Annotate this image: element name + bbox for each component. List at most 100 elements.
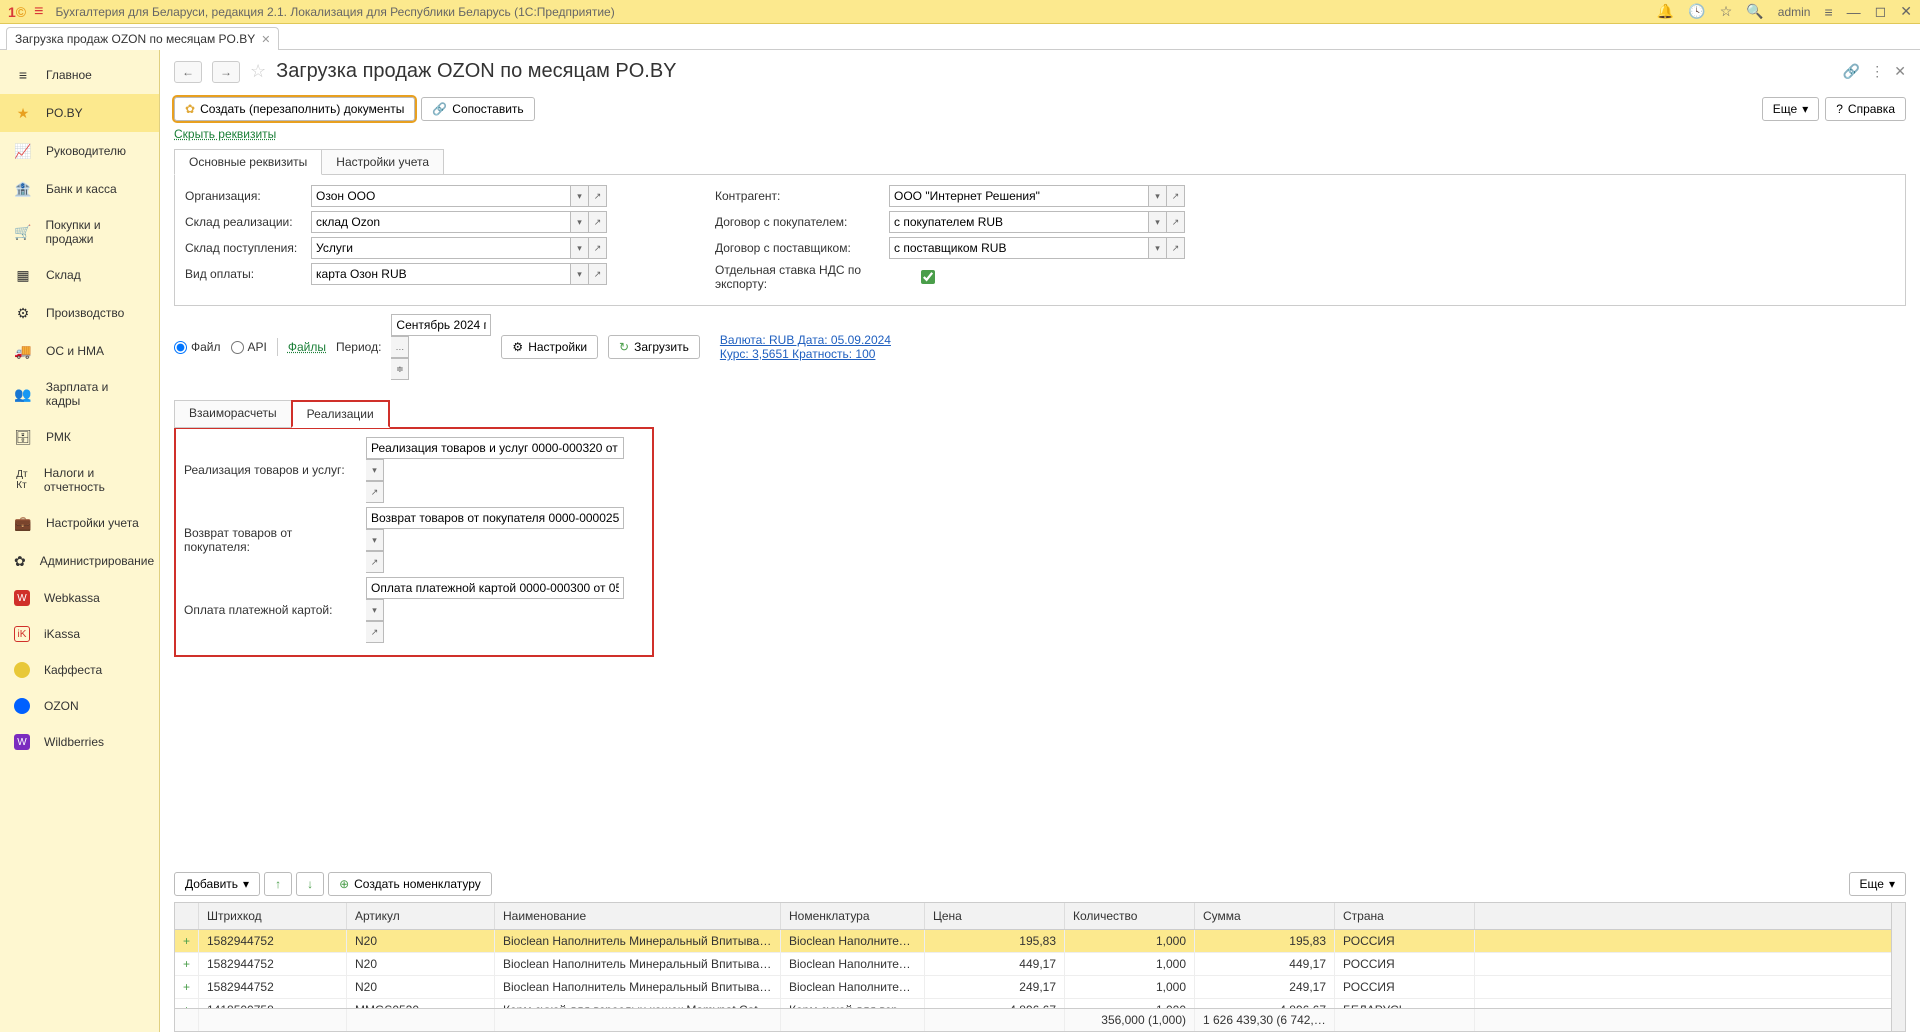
tab-close-icon[interactable]: ✕ xyxy=(261,33,270,46)
hide-details-link[interactable]: Скрыть реквизиты xyxy=(160,125,1920,143)
rate-link[interactable]: Курс: 3,5651 Кратность: 100 xyxy=(720,347,891,361)
wh-in-input[interactable] xyxy=(311,237,571,259)
sidebar-item-warehouse[interactable]: ▦Склад xyxy=(0,256,159,294)
dropdown-icon[interactable]: ▾ xyxy=(366,529,384,551)
nav-forward-button[interactable]: → xyxy=(212,61,240,83)
dropdown-icon[interactable]: ▾ xyxy=(571,263,589,285)
minimize-icon[interactable]: — xyxy=(1847,4,1861,20)
sidebar-item-rmk[interactable]: 🗄РМК xyxy=(0,418,159,456)
col-price[interactable]: Цена xyxy=(925,903,1065,929)
supplier-input[interactable] xyxy=(889,237,1149,259)
kebab-icon[interactable]: ⋮ xyxy=(1870,63,1884,80)
tab-realizations[interactable]: Реализации xyxy=(291,400,390,428)
col-nomenclature[interactable]: Номенклатура xyxy=(781,903,925,929)
open-icon[interactable]: ↗ xyxy=(1167,185,1185,207)
load-button[interactable]: ↻Загрузить xyxy=(608,335,700,359)
radio-api[interactable]: API xyxy=(231,340,267,354)
add-button[interactable]: Добавить ▾ xyxy=(174,872,260,896)
match-button[interactable]: 🔗Сопоставить xyxy=(421,97,534,121)
favorite-star-icon[interactable]: ☆ xyxy=(250,61,266,82)
period-dots-icon[interactable]: … xyxy=(391,336,409,358)
sidebar-item-kaffesta[interactable]: Каффеста xyxy=(0,652,159,688)
open-icon[interactable]: ↗ xyxy=(589,211,607,233)
tab-accounting-settings[interactable]: Настройки учета xyxy=(321,149,444,175)
expand-row-icon[interactable]: + xyxy=(183,957,190,971)
col-barcode[interactable]: Штрихкод xyxy=(199,903,347,929)
user-label[interactable]: admin xyxy=(1778,5,1811,19)
expand-row-icon[interactable]: + xyxy=(183,934,190,948)
create-docs-button[interactable]: ✿Создать (перезаполнить) документы xyxy=(174,97,415,121)
sidebar-item-settings[interactable]: 💼Настройки учета xyxy=(0,504,159,542)
vat-checkbox[interactable] xyxy=(921,270,935,284)
history-icon[interactable]: 🕓 xyxy=(1688,3,1705,20)
table-row[interactable]: +1582944752N20Bioclean Наполнитель Минер… xyxy=(175,930,1891,953)
buyer-input[interactable] xyxy=(889,211,1149,233)
col-expand[interactable] xyxy=(175,903,199,929)
sidebar-item-production[interactable]: ⚙Производство xyxy=(0,294,159,332)
bell-icon[interactable]: 🔔 xyxy=(1657,3,1674,20)
dropdown-icon[interactable]: ▾ xyxy=(571,185,589,207)
link-icon[interactable]: 🔗 xyxy=(1843,63,1860,80)
document-tab[interactable]: Загрузка продаж OZON по месяцам PO.BY ✕ xyxy=(6,27,279,50)
files-link[interactable]: Файлы xyxy=(288,340,326,354)
col-name[interactable]: Наименование xyxy=(495,903,781,929)
close-app-icon[interactable]: ✕ xyxy=(1900,3,1912,20)
sidebar-item-admin[interactable]: ✿Администрирование xyxy=(0,542,159,580)
grid-scrollbar[interactable] xyxy=(1891,903,1905,1031)
currency-link[interactable]: Валюта: RUB Дата: 05.09.2024 xyxy=(720,333,891,347)
sidebar-item-ozon[interactable]: OZON xyxy=(0,688,159,724)
nav-back-button[interactable]: ← xyxy=(174,61,202,83)
dropdown-icon[interactable]: ▾ xyxy=(1149,237,1167,259)
dropdown-icon[interactable]: ▾ xyxy=(571,237,589,259)
move-up-button[interactable]: ↑ xyxy=(264,872,292,896)
org-input[interactable] xyxy=(311,185,571,207)
hamburger-icon[interactable]: ≡ xyxy=(34,3,43,21)
table-row[interactable]: +1418500758MMGS0520Корм сухой для взросл… xyxy=(175,999,1891,1008)
sidebar-item-poby[interactable]: ★PO.BY xyxy=(0,94,159,132)
table-row[interactable]: +1582944752N20Bioclean Наполнитель Минер… xyxy=(175,976,1891,999)
counter-input[interactable] xyxy=(889,185,1149,207)
help-button[interactable]: ? Справка xyxy=(1825,97,1906,121)
open-icon[interactable]: ↗ xyxy=(589,237,607,259)
dropdown-icon[interactable]: ▾ xyxy=(366,599,384,621)
close-page-icon[interactable]: ✕ xyxy=(1894,63,1906,80)
dropdown-icon[interactable]: ▾ xyxy=(1149,185,1167,207)
open-icon[interactable]: ↗ xyxy=(1167,237,1185,259)
open-icon[interactable]: ↗ xyxy=(366,551,384,573)
dropdown-icon[interactable]: ▾ xyxy=(1149,211,1167,233)
create-nomenclature-button[interactable]: ⊕Создать номенклатуру xyxy=(328,872,492,896)
open-icon[interactable]: ↗ xyxy=(1167,211,1185,233)
move-down-button[interactable]: ↓ xyxy=(296,872,324,896)
grid-more-button[interactable]: Еще ▾ xyxy=(1849,872,1906,896)
more-button[interactable]: Еще ▾ xyxy=(1762,97,1819,121)
sidebar-item-assets[interactable]: 🚚ОС и НМА xyxy=(0,332,159,370)
open-icon[interactable]: ↗ xyxy=(366,481,384,503)
dropdown-icon[interactable]: ▾ xyxy=(366,459,384,481)
sidebar-item-wildberries[interactable]: WWildberries xyxy=(0,724,159,760)
table-row[interactable]: +1582944752N20Bioclean Наполнитель Минер… xyxy=(175,953,1891,976)
star-icon[interactable]: ☆ xyxy=(1720,3,1733,20)
settings-button[interactable]: ⚙Настройки xyxy=(501,335,598,359)
sidebar-item-bank[interactable]: 🏦Банк и касса xyxy=(0,170,159,208)
card-doc-input[interactable] xyxy=(366,577,624,599)
sale-doc-input[interactable] xyxy=(366,437,624,459)
tab-calculations[interactable]: Взаиморасчеты xyxy=(174,400,292,428)
return-doc-input[interactable] xyxy=(366,507,624,529)
settings-lines-icon[interactable]: ≡ xyxy=(1824,4,1832,20)
tab-main-details[interactable]: Основные реквизиты xyxy=(174,149,322,175)
expand-row-icon[interactable]: + xyxy=(183,980,190,994)
sidebar-item-manager[interactable]: 📈Руководителю xyxy=(0,132,159,170)
col-sum[interactable]: Сумма xyxy=(1195,903,1335,929)
period-stepper-icon[interactable]: ≑ xyxy=(391,358,409,380)
sidebar-item-sales[interactable]: 🛒Покупки и продажи xyxy=(0,208,159,256)
col-country[interactable]: Страна xyxy=(1335,903,1475,929)
col-article[interactable]: Артикул xyxy=(347,903,495,929)
sidebar-item-main[interactable]: ≡Главное xyxy=(0,56,159,94)
dropdown-icon[interactable]: ▾ xyxy=(571,211,589,233)
open-icon[interactable]: ↗ xyxy=(589,185,607,207)
sidebar-item-tax[interactable]: ДтКтНалоги и отчетность xyxy=(0,456,159,504)
sidebar-item-webkassa[interactable]: WWebkassa xyxy=(0,580,159,616)
wh-out-input[interactable] xyxy=(311,211,571,233)
sidebar-item-ikassa[interactable]: iKiKassa xyxy=(0,616,159,652)
open-icon[interactable]: ↗ xyxy=(366,621,384,643)
